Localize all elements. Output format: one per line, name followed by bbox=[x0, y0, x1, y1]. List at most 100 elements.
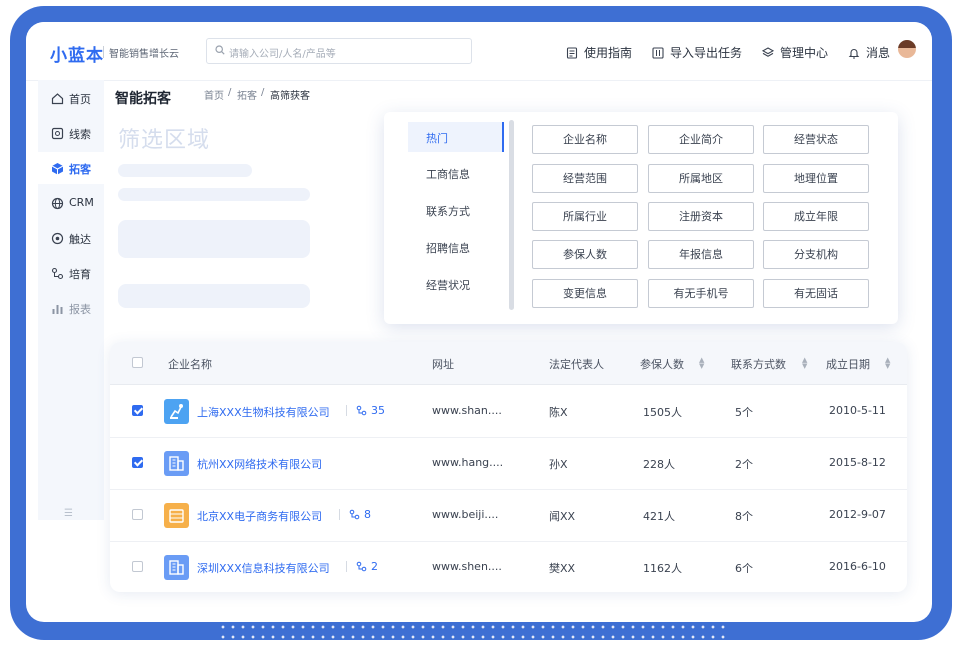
filter-area-title: 筛选区域 bbox=[118, 128, 211, 153]
company-logo bbox=[164, 451, 189, 476]
search-input[interactable]: 请输入公司/人名/产品等 bbox=[206, 38, 472, 64]
relation-icon bbox=[349, 509, 360, 520]
filter-chip[interactable]: 经营状态 bbox=[763, 125, 869, 154]
sidebar-item-label: 线索 bbox=[69, 128, 91, 141]
sidebar-item-prospecting[interactable]: 拓客 bbox=[38, 152, 104, 184]
related-count[interactable]: 8 bbox=[339, 508, 371, 521]
date-cell: 2015-8-12 bbox=[829, 456, 886, 469]
skeleton-block bbox=[118, 284, 310, 308]
filter-chip[interactable]: 地理位置 bbox=[763, 164, 869, 193]
related-count[interactable]: 35 bbox=[346, 404, 385, 417]
device-frame: 小蓝本 智能销售增长云 请输入公司/人名/产品等 使用指南 导入导出任务 管理中… bbox=[10, 6, 952, 640]
table-row[interactable]: 北京XX电子商务有限公司 8 www.beiji.... 闻XX 421人 8个… bbox=[110, 489, 907, 542]
related-count-value: 2 bbox=[371, 560, 378, 573]
filter-chip[interactable]: 经营范围 bbox=[532, 164, 638, 193]
category-scrollbar[interactable] bbox=[509, 120, 514, 310]
filter-category-hot[interactable]: 热门 bbox=[408, 122, 504, 152]
sort-icon[interactable]: ▲ ▼ bbox=[802, 357, 807, 370]
document-icon bbox=[566, 46, 578, 59]
filter-chip[interactable]: 有无固话 bbox=[763, 279, 869, 308]
column-header-url: 网址 bbox=[432, 358, 454, 371]
filter-category-operation[interactable]: 经营状况 bbox=[408, 269, 504, 299]
avatar[interactable] bbox=[898, 40, 916, 58]
sidebar-item-label: 拓客 bbox=[69, 163, 91, 176]
category-label: 经营状况 bbox=[426, 279, 470, 292]
sort-icon[interactable]: ▲ ▼ bbox=[699, 357, 704, 370]
sidebar: 首页 线索 拓客 CRM 触达 培育 报表 ☰ bbox=[38, 80, 104, 520]
table-row[interactable]: 杭州XX网络技术有限公司 www.hang.... 孙X 228人 2个 201… bbox=[110, 437, 907, 490]
select-all-checkbox[interactable] bbox=[132, 357, 143, 368]
rep-cell: 樊XX bbox=[549, 562, 576, 575]
company-name-link[interactable]: 杭州XX网络技术有限公司 bbox=[197, 456, 322, 472]
skeleton-line bbox=[118, 164, 252, 177]
rep-cell: 闻XX bbox=[549, 510, 576, 523]
category-label: 工商信息 bbox=[426, 168, 470, 181]
company-name-link[interactable]: 北京XX电子商务有限公司 bbox=[197, 508, 322, 524]
filter-chip[interactable]: 所属地区 bbox=[648, 164, 754, 193]
column-header-insured[interactable]: 参保人数 bbox=[640, 356, 684, 372]
breadcrumb-separator: / bbox=[228, 87, 232, 98]
company-name-link[interactable]: 上海XXX生物科技有限公司 bbox=[197, 404, 330, 420]
row-checkbox[interactable] bbox=[132, 405, 143, 416]
chart-icon bbox=[52, 305, 63, 314]
filter-category-business-info[interactable]: 工商信息 bbox=[408, 158, 504, 188]
filter-chip[interactable]: 分支机构 bbox=[763, 240, 869, 269]
nurture-icon bbox=[51, 267, 64, 280]
collapse-sidebar-icon[interactable]: ☰ bbox=[64, 508, 73, 519]
url-cell: www.beiji.... bbox=[432, 508, 499, 521]
company-logo bbox=[164, 503, 189, 528]
relation-icon bbox=[356, 405, 367, 416]
nav-user-guide-label: 使用指南 bbox=[584, 46, 633, 60]
sidebar-item-clues[interactable]: 线索 bbox=[38, 117, 104, 149]
table-row[interactable]: 上海XXX生物科技有限公司 35 www.shan.... 陈X 1505人 5… bbox=[110, 385, 907, 438]
breadcrumb-prospecting[interactable]: 拓客 bbox=[237, 87, 257, 102]
filter-chip[interactable]: 年报信息 bbox=[648, 240, 754, 269]
table-row[interactable]: 深圳XXX信息科技有限公司 2 www.shen.... 樊XX 1162人 6… bbox=[110, 541, 907, 593]
search-icon bbox=[215, 45, 225, 55]
row-checkbox[interactable] bbox=[132, 509, 143, 520]
breadcrumb-separator: / bbox=[261, 87, 265, 98]
nav-admin-center[interactable]: 管理中心 bbox=[762, 44, 828, 61]
sort-icon[interactable]: ▲ ▼ bbox=[885, 357, 890, 370]
app-window: 小蓝本 智能销售增长云 请输入公司/人名/产品等 使用指南 导入导出任务 管理中… bbox=[26, 22, 932, 622]
relation-icon bbox=[356, 561, 367, 572]
company-name-link[interactable]: 深圳XXX信息科技有限公司 bbox=[197, 560, 330, 576]
column-header-contacts[interactable]: 联系方式数 bbox=[731, 356, 786, 372]
filter-chip[interactable]: 变更信息 bbox=[532, 279, 638, 308]
sidebar-item-nurture[interactable]: 培育 bbox=[38, 257, 104, 289]
building-icon bbox=[169, 456, 184, 471]
filter-chip[interactable]: 注册资本 bbox=[648, 202, 754, 231]
filter-chip[interactable]: 参保人数 bbox=[532, 240, 638, 269]
nav-user-guide[interactable]: 使用指南 bbox=[566, 44, 632, 61]
sidebar-item-home[interactable]: 首页 bbox=[38, 82, 104, 114]
filter-chip[interactable]: 有无手机号 bbox=[648, 279, 754, 308]
filter-category-contact[interactable]: 联系方式 bbox=[408, 195, 504, 225]
filter-chip[interactable]: 成立年限 bbox=[763, 202, 869, 231]
row-checkbox[interactable] bbox=[132, 457, 143, 468]
layers-icon bbox=[762, 46, 774, 57]
sidebar-item-outreach[interactable]: 触达 bbox=[38, 222, 104, 254]
breadcrumb-home[interactable]: 首页 bbox=[204, 87, 224, 102]
related-count-value: 8 bbox=[364, 508, 371, 521]
row-checkbox[interactable] bbox=[132, 561, 143, 572]
sidebar-item-crm[interactable]: CRM bbox=[38, 187, 104, 219]
contacts-cell: 2个 bbox=[735, 458, 753, 471]
sidebar-item-label: 触达 bbox=[69, 233, 91, 246]
brand-logo[interactable]: 小蓝本 bbox=[50, 41, 104, 66]
nav-import-export-label: 导入导出任务 bbox=[670, 46, 743, 60]
insured-cell: 1505人 bbox=[643, 406, 682, 419]
nav-messages[interactable]: 消息 bbox=[848, 44, 890, 61]
sidebar-item-reports[interactable]: 报表 bbox=[38, 292, 104, 324]
related-count[interactable]: 2 bbox=[346, 560, 378, 573]
filter-chip[interactable]: 所属行业 bbox=[532, 202, 638, 231]
filter-chip[interactable]: 企业名称 bbox=[532, 125, 638, 154]
sidebar-item-label: 首页 bbox=[69, 93, 91, 106]
table-header: 企业名称 网址 法定代表人 参保人数 ▲ ▼ 联系方式数 ▲ ▼ 成立日期 ▲ ▼ bbox=[110, 342, 907, 385]
column-header-date[interactable]: 成立日期 bbox=[826, 356, 870, 372]
page-title: 智能拓客 bbox=[115, 91, 171, 107]
filter-category-recruitment[interactable]: 招聘信息 bbox=[408, 232, 504, 262]
nav-import-export[interactable]: 导入导出任务 bbox=[652, 44, 742, 61]
robot-icon bbox=[170, 404, 183, 419]
cube-icon bbox=[51, 163, 64, 175]
filter-chip[interactable]: 企业简介 bbox=[648, 125, 754, 154]
